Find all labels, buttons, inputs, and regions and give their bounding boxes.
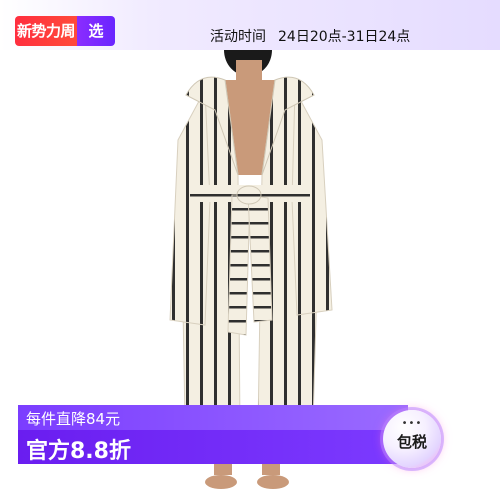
discount-banner: 每件直降84元 [18,405,408,430]
price-text: 官方8.8折 [26,439,131,464]
activity-time: 活动时间 24日20点-31日24点 [210,26,410,46]
discount-text: 每件直降84元 [26,410,121,428]
activity-time-label: 活动时间 [210,29,266,45]
tax-badge-label: 包税 [396,433,427,451]
campaign-badge-select: 选 [77,16,115,46]
campaign-badge: 新势力周 选 [15,16,115,46]
price-banner: 官方8.8折 [18,430,408,464]
promo-header-bar: 新势力周 选 活动时间 24日20点-31日24点 [0,0,500,50]
campaign-badge-name: 新势力周 [15,16,77,46]
badge-dots: ••• [401,418,423,429]
tax-included-badge: ••• 包税 [383,410,441,468]
activity-time-range: 24日20点-31日24点 [278,29,411,45]
